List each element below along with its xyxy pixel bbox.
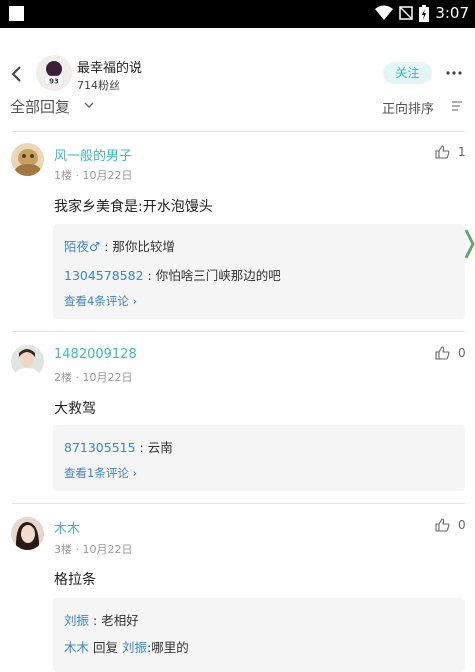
chevron-right-icon[interactable] xyxy=(465,228,475,260)
reply-user[interactable]: 陌夜♂ xyxy=(64,239,100,254)
clock: 3:07 xyxy=(435,4,469,22)
divider xyxy=(12,331,465,332)
view-more-replies-link[interactable]: 查看4条评论 › xyxy=(64,293,137,309)
comment-meta: 3楼 · 10月22日 xyxy=(54,543,133,556)
wifi-icon xyxy=(375,5,394,20)
notification-icon xyxy=(9,6,24,21)
reply-line: 871305515 : 云南 xyxy=(64,437,173,456)
back-arrow-icon[interactable] xyxy=(8,62,26,86)
comment-floor: 1楼 xyxy=(54,169,72,182)
reply-text: 老相好 xyxy=(101,613,139,628)
commenter-avatar[interactable] xyxy=(11,143,44,176)
reply-separator: : xyxy=(100,239,113,254)
comment-text: 大救驾 xyxy=(54,401,96,417)
battery-charging-icon xyxy=(419,4,430,22)
chevron-right-icon: › xyxy=(132,294,138,308)
reply-text: 哪里的 xyxy=(151,640,189,655)
status-bar: 3:07 xyxy=(0,0,475,28)
comment-floor: 2楼 xyxy=(54,371,72,384)
no-signal-icon xyxy=(399,6,414,20)
more-dots-icon[interactable] xyxy=(445,66,463,80)
reply-target-user[interactable]: 刘振 xyxy=(122,640,147,655)
author-avatar[interactable]: 93 xyxy=(36,55,72,91)
reply-box: 刘振 : 老相好 木木 回复 刘振:哪里的 xyxy=(53,598,465,672)
like-count: 0 xyxy=(458,346,466,360)
commenter-name[interactable]: 风一般的男子 xyxy=(54,145,132,164)
comment-date: 10月22日 xyxy=(82,371,133,384)
like-button[interactable]: 0 xyxy=(435,518,466,532)
commenter-avatar[interactable] xyxy=(11,517,44,550)
reply-user[interactable]: 871305515 xyxy=(64,440,136,455)
reply-line: 木木 回复 刘振:哪里的 xyxy=(64,637,189,656)
comment-meta: 1楼 · 10月22日 xyxy=(54,169,133,182)
reply-user[interactable]: 刘振 xyxy=(64,613,89,628)
post-header: 93 最幸福的说 714粉丝 关注 xyxy=(0,28,475,94)
like-count: 1 xyxy=(458,145,466,159)
reply-toolbar: 全部回复 正向排序 xyxy=(0,94,475,122)
thumb-up-icon xyxy=(435,518,450,532)
reply-text: 云南 xyxy=(147,440,173,455)
sort-order-button[interactable]: 正向排序 xyxy=(382,98,434,117)
reply-separator: : xyxy=(143,268,156,283)
commenter-name[interactable]: 1482009128 xyxy=(54,347,137,362)
thumb-up-icon xyxy=(435,145,450,159)
chevron-right-icon: › xyxy=(132,466,138,480)
reply-to-word: 回复 xyxy=(89,640,122,655)
reply-line: 1304578582 : 你怕啥三门峡那边的吧 xyxy=(64,265,281,284)
comment-text: 格拉条 xyxy=(54,572,96,588)
like-count: 0 xyxy=(458,518,466,532)
reply-box: 871305515 : 云南 查看1条评论 › xyxy=(53,425,465,491)
like-button[interactable]: 0 xyxy=(435,346,466,360)
view-more-label: 查看4条评论 xyxy=(64,294,129,308)
reply-text: 那你比较增 xyxy=(112,239,175,254)
author-fans-count: 714粉丝 xyxy=(77,79,120,92)
comment-text: 我家乡美食是:开水泡馒头 xyxy=(54,199,213,215)
reply-line: 刘振 : 老相好 xyxy=(64,610,139,629)
reply-separator: : xyxy=(89,613,102,628)
sort-lines-icon[interactable] xyxy=(451,101,463,111)
thumb-up-icon xyxy=(435,346,450,360)
filter-all-replies[interactable]: 全部回复 xyxy=(10,96,70,117)
avatar-badge-text: 93 xyxy=(49,78,59,86)
reply-box: 陌夜♂ : 那你比较增 1304578582 : 你怕啥三门峡那边的吧 查看4条… xyxy=(53,224,465,319)
view-more-replies-link[interactable]: 查看1条评论 › xyxy=(64,465,137,481)
comment-floor: 3楼 xyxy=(54,543,72,556)
chevron-down-icon[interactable] xyxy=(84,101,94,109)
author-name[interactable]: 最幸福的说 xyxy=(77,57,142,76)
reply-separator: : xyxy=(135,440,148,455)
comment-date: 10月22日 xyxy=(82,543,133,556)
view-more-label: 查看1条评论 xyxy=(64,466,129,480)
divider xyxy=(12,503,465,504)
commenter-avatar[interactable] xyxy=(11,345,44,378)
reply-line: 陌夜♂ : 那你比较增 xyxy=(64,236,175,255)
reply-user[interactable]: 1304578582 xyxy=(64,268,144,283)
divider xyxy=(12,131,465,132)
like-button[interactable]: 1 xyxy=(435,145,466,159)
reply-user[interactable]: 木木 xyxy=(64,640,89,655)
reply-text: 你怕啥三门峡那边的吧 xyxy=(155,268,281,283)
comment-meta: 2楼 · 10月22日 xyxy=(54,371,133,384)
commenter-name[interactable]: 木木 xyxy=(54,518,80,537)
follow-button[interactable]: 关注 xyxy=(383,62,432,84)
comment-date: 10月22日 xyxy=(82,169,133,182)
